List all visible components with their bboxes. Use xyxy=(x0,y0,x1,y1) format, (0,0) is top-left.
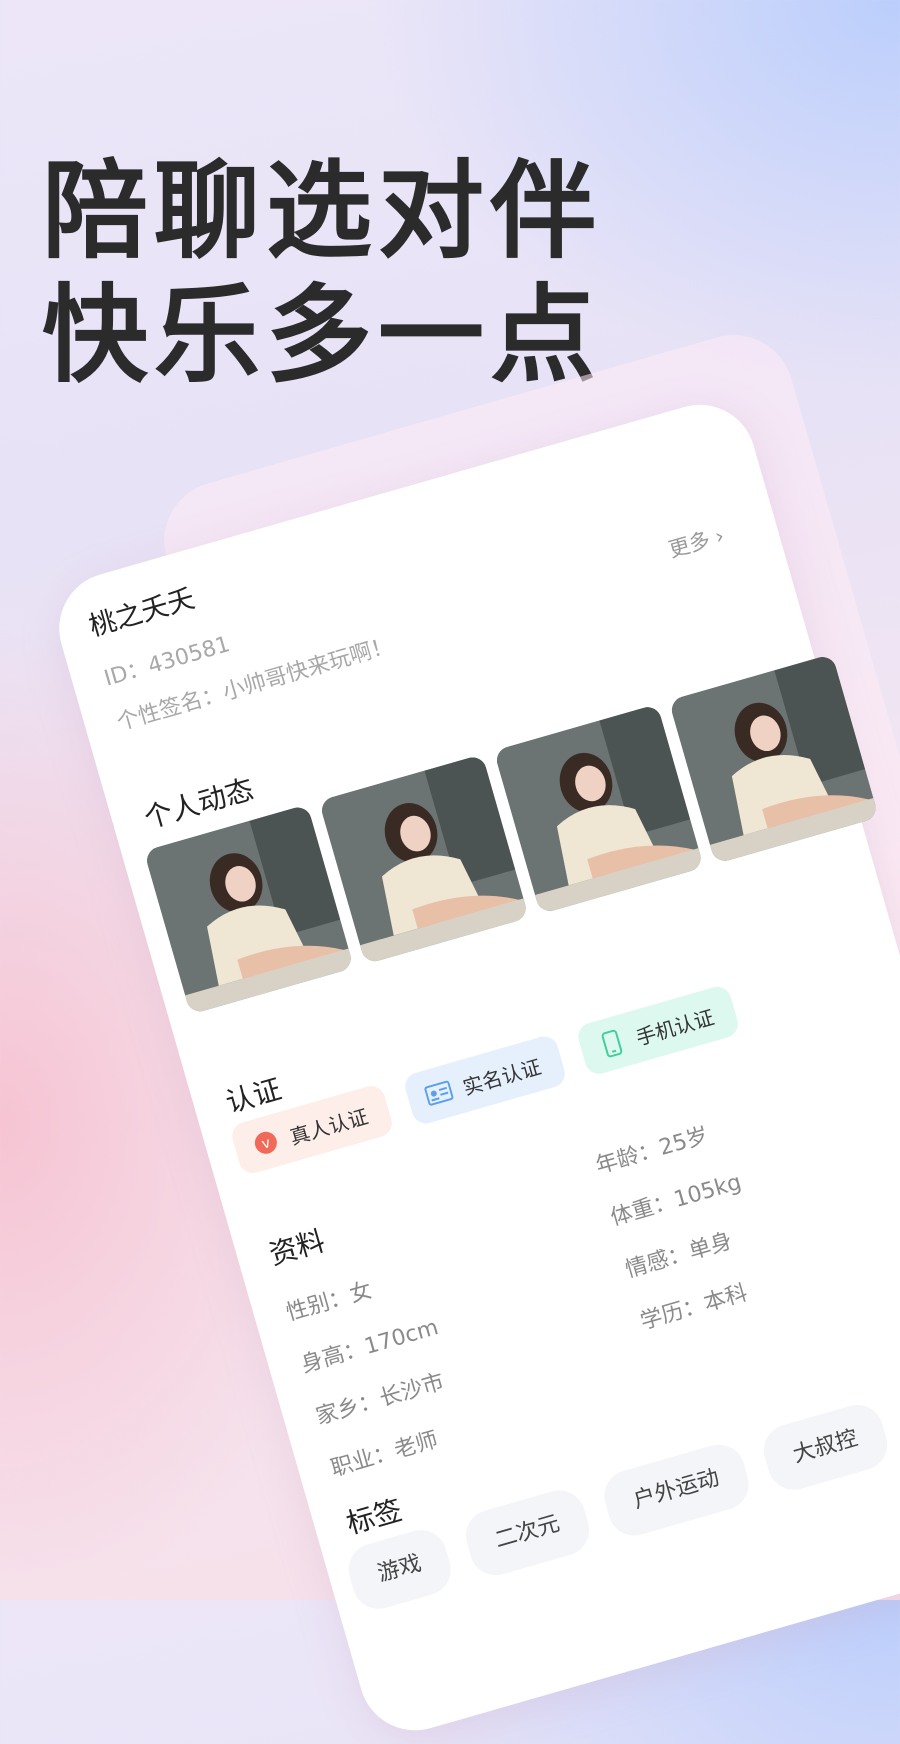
moment-photo[interactable] xyxy=(493,703,704,915)
profile-name: 桃之夭夭 xyxy=(85,583,199,643)
more-label: 更多 xyxy=(665,527,713,563)
woman-photo-icon xyxy=(143,804,355,1015)
tag-chip[interactable]: 二次元 xyxy=(459,1484,596,1582)
phone-icon xyxy=(596,1027,628,1059)
more-link[interactable]: 更多› xyxy=(665,520,727,564)
woman-photo-icon xyxy=(318,754,529,965)
moments-photo-list xyxy=(143,653,879,1015)
chevron-right-icon: › xyxy=(712,523,727,549)
profile-card: 桃之夭夭 ID：430581 个性签名：小帅哥快来玩啊！ 更多› 个人动态 认证… xyxy=(46,391,900,1744)
info-right-column: 年龄：25岁 体重：105kg 情感：单身 学历：本科 xyxy=(589,1105,778,1350)
tag-chip[interactable]: 户外运动 xyxy=(598,1438,755,1542)
id-card-icon xyxy=(423,1077,455,1109)
profile-signature: 个性签名：小帅哥快来玩啊！ xyxy=(114,633,397,736)
verified-v-icon: v xyxy=(250,1127,282,1159)
badge-real-name: 实名认证 xyxy=(401,1033,569,1127)
badge-label: 实名认证 xyxy=(460,1054,544,1100)
moment-photo[interactable] xyxy=(143,804,355,1015)
moment-photo[interactable] xyxy=(318,754,529,965)
info-left-column: 性别：女 身高：170cm 家乡：长沙市 职业：老师 xyxy=(280,1250,476,1497)
tag-chip[interactable]: 大叔控 xyxy=(757,1398,894,1496)
badge-label: 真人认证 xyxy=(287,1103,371,1149)
badge-phone: 手机认证 xyxy=(574,983,742,1078)
tags-title: 标签 xyxy=(342,1493,406,1541)
badge-label: 手机认证 xyxy=(633,1004,717,1050)
info-title: 资料 xyxy=(265,1224,329,1272)
headline: 陪聊选对伴 快乐多一点 xyxy=(42,150,602,398)
headline-line-1: 陪聊选对伴 xyxy=(42,150,602,273)
woman-photo-icon xyxy=(493,703,704,915)
headline-line-2: 快乐多一点 xyxy=(42,274,602,397)
